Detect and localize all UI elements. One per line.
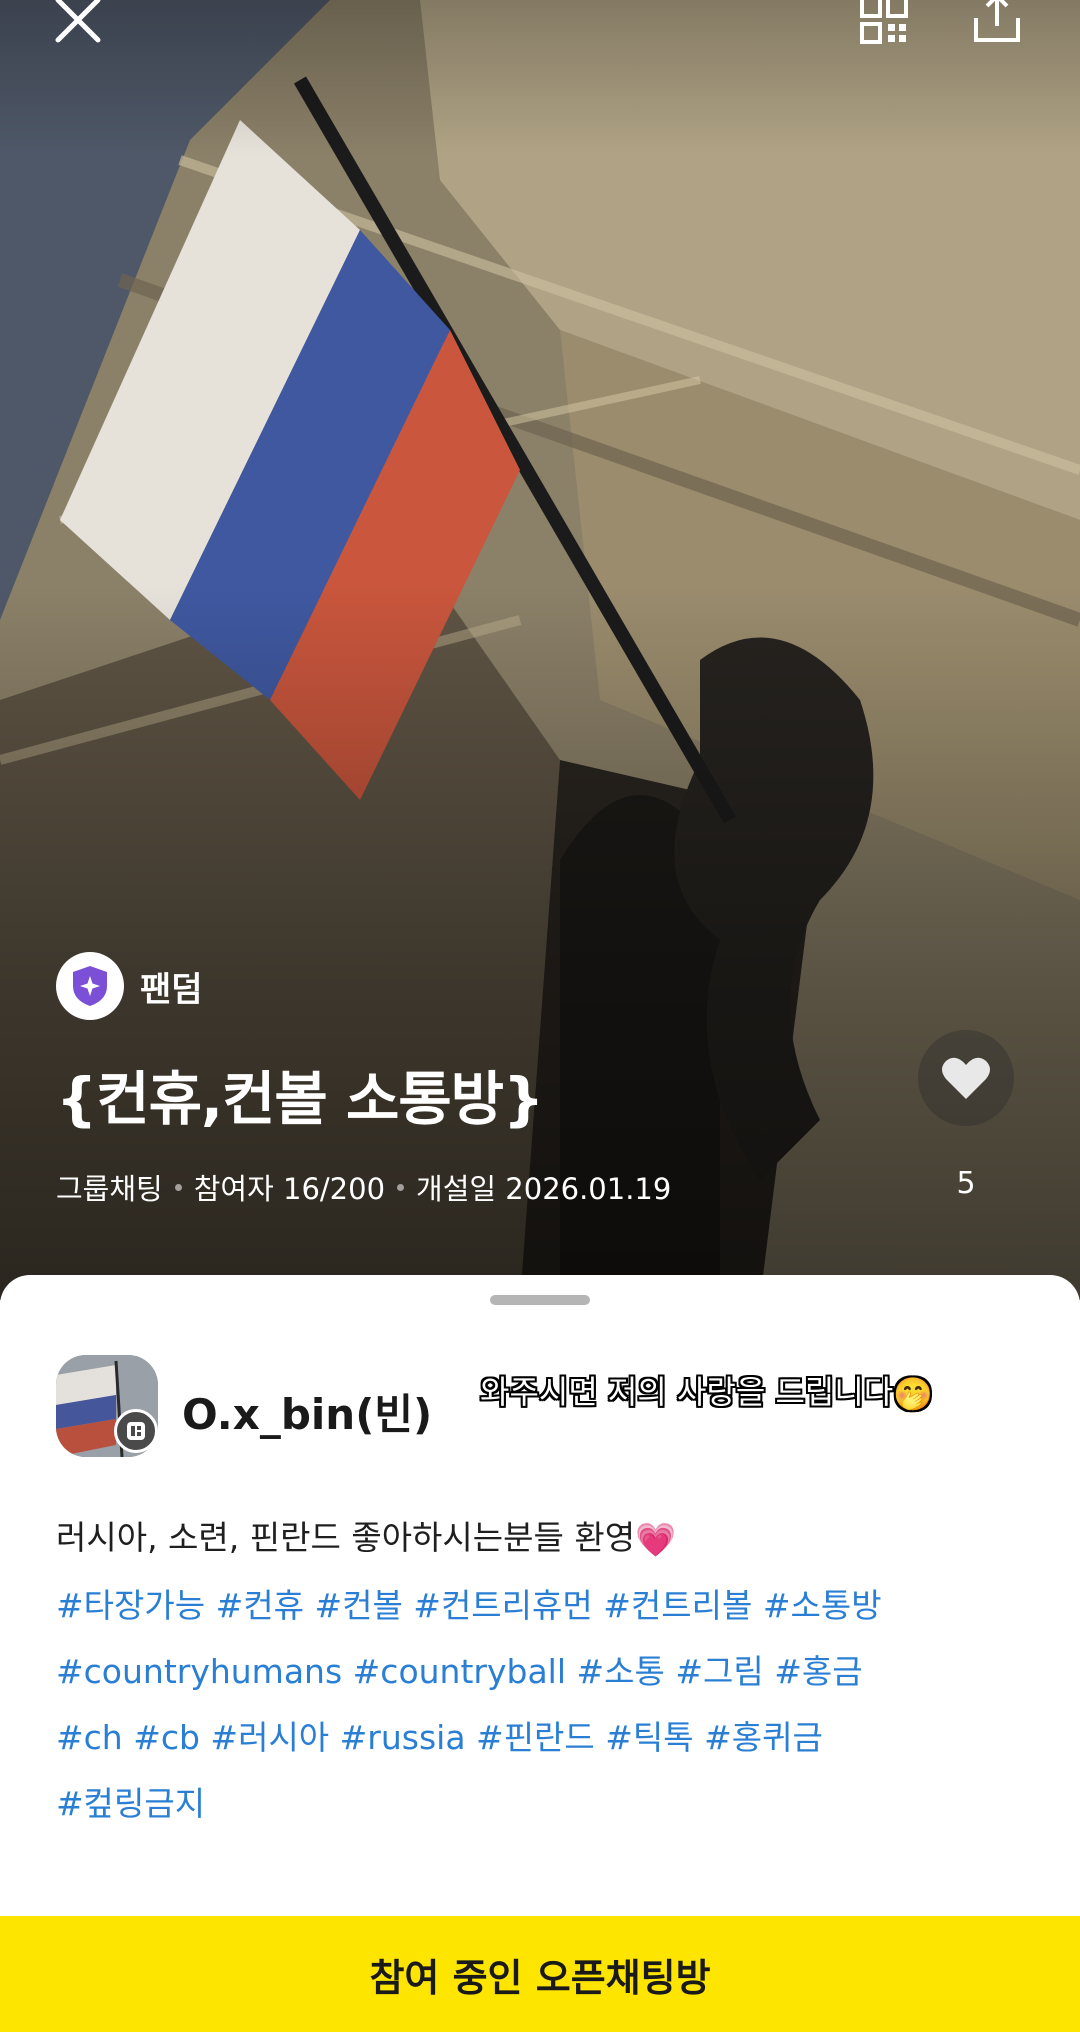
join-button-label: 참여 중인 오픈채팅방 (369, 1955, 711, 2000)
close-icon (55, 0, 101, 43)
opened-date: 개설일 2026.01.19 (416, 1172, 672, 1206)
hashtag-line[interactable]: #컾링금지 (56, 1771, 1046, 1837)
like-button[interactable] (918, 1030, 1014, 1126)
qr-code-button[interactable] (858, 0, 910, 46)
sheet-grabber[interactable] (490, 1295, 590, 1305)
close-button[interactable] (52, 0, 104, 46)
room-description: 러시아, 소련, 핀란드 좋아하시는분들 환영💗 #타장가능 #컨휴 #컨볼 #… (56, 1505, 1046, 1837)
description-emoji: 💗 (635, 1519, 677, 1559)
owner-name[interactable]: O.x_bin(빈) (182, 1381, 432, 1442)
host-icon (127, 1422, 145, 1440)
meta-separator (174, 1183, 182, 1191)
caption-text: 와주시면 저의 사랑을 드립니다 (480, 1373, 894, 1411)
overlay-caption: 와주시면 저의 사랑을 드립니다🤭 (480, 1367, 933, 1413)
owner-badge (114, 1409, 158, 1453)
room-type: 그룹채팅 (56, 1172, 163, 1206)
fandom-shield-icon (73, 966, 107, 1006)
caption-emoji: 🤭 (893, 1375, 934, 1413)
room-title: {컨휴,컨볼 소통방} (56, 1065, 544, 1133)
fandom-label: 팬덤 (140, 970, 203, 1010)
qr-code-icon (860, 0, 908, 44)
description-text: 러시아, 소련, 핀란드 좋아하시는분들 환영 (56, 1518, 636, 1557)
fandom-badge (56, 952, 124, 1020)
hashtag-line[interactable]: #타장가능 #컨휴 #컨볼 #컨트리휴먼 #컨트리볼 #소통방 (56, 1573, 1046, 1639)
participant-count: 참여자 16/200 (193, 1172, 386, 1206)
heart-icon (942, 1057, 990, 1099)
join-button[interactable]: 참여 중인 오픈채팅방 (0, 1916, 1080, 2032)
hashtag-line[interactable]: #countryhumans #countryball #소통 #그림 #홍금 (56, 1639, 1046, 1705)
room-meta: 그룹채팅 참여자 16/200 개설일 2026.01.19 (56, 1166, 671, 1208)
like-count: 5 (956, 1166, 976, 1201)
description-text-line: 러시아, 소련, 핀란드 좋아하시는분들 환영💗 (56, 1505, 1046, 1573)
hashtag-list: #타장가능 #컨휴 #컨볼 #컨트리휴먼 #컨트리볼 #소통방 #country… (56, 1573, 1046, 1837)
hashtag-line[interactable]: #ch #cb #러시아 #russia #핀란드 #틱톡 #홍퀴금 (56, 1705, 1046, 1771)
meta-separator (397, 1183, 405, 1191)
share-button[interactable] (970, 0, 1024, 46)
share-icon (974, 0, 1020, 42)
